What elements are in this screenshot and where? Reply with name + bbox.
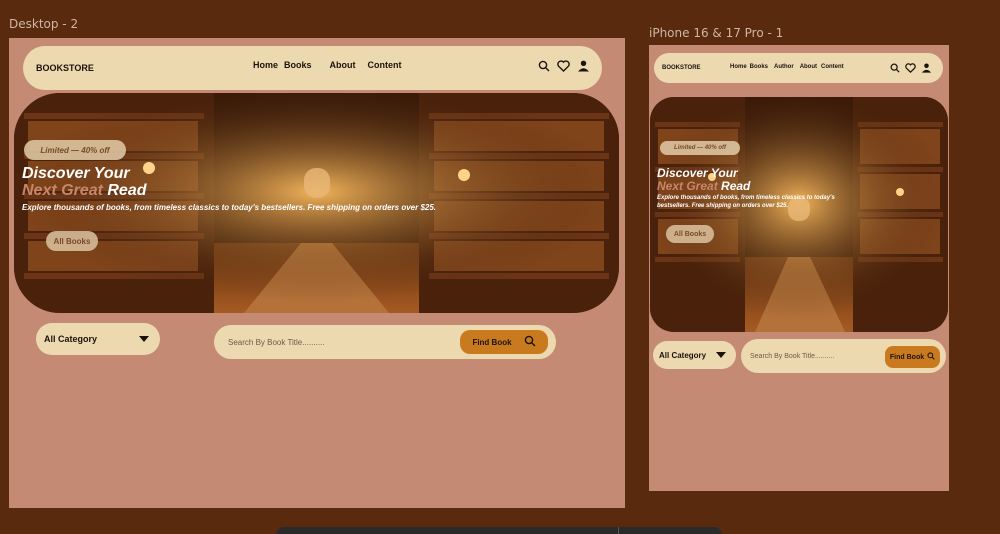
search-icon	[927, 352, 935, 362]
find-book-label: Find Book	[889, 353, 925, 361]
mobile-navbar: BOOKSTORE Home Books Author About Conten…	[654, 53, 943, 83]
discount-badge: Limited — 40% off	[24, 140, 126, 160]
nav-link-books[interactable]: Books	[284, 60, 312, 70]
hero-title-accent: Next Great	[657, 178, 718, 193]
all-books-button[interactable]: All Books	[46, 231, 98, 251]
desktop-nav-icons	[538, 60, 590, 72]
chevron-down-icon	[716, 352, 726, 358]
bottom-toolbar[interactable]	[276, 527, 722, 534]
category-label: All Category	[44, 334, 98, 344]
brand-logo[interactable]: BOOKSTORE	[662, 65, 701, 71]
toolbar-divider	[618, 527, 619, 534]
search-input[interactable]: Search By Book Title..........	[750, 353, 834, 360]
hero-overlay: Limited — 40% off Discover Your Next Gre…	[14, 93, 619, 313]
desktop-frame-label: Desktop - 2	[9, 17, 79, 31]
discount-badge: Limited — 40% off	[660, 141, 740, 155]
hero-subtitle: Explore thousands of books, from timeles…	[22, 203, 437, 212]
hero-title: Discover Your Next Great Read	[657, 167, 750, 192]
mobile-nav-links: Home Books Author About Content	[730, 64, 844, 70]
category-dropdown[interactable]: All Category	[653, 341, 736, 369]
nav-link-home[interactable]: Home	[730, 64, 747, 70]
category-dropdown[interactable]: All Category	[36, 323, 160, 355]
mobile-frame-label: iPhone 16 & 17 Pro - 1	[649, 26, 784, 40]
mobile-artboard: BOOKSTORE Home Books Author About Conten…	[649, 45, 949, 491]
hero-title-accent: Next Great	[22, 181, 103, 199]
nav-link-author[interactable]: Author	[774, 64, 794, 70]
desktop-navbar: BOOKSTORE Home Books About Content	[23, 46, 602, 90]
nav-link-about[interactable]: About	[330, 60, 356, 70]
user-icon[interactable]	[577, 60, 590, 72]
desktop-artboard: BOOKSTORE Home Books About Content Limit…	[9, 38, 625, 508]
mobile-hero-banner: Limited — 40% off Discover Your Next Gre…	[650, 97, 948, 332]
nav-link-content[interactable]: Content	[368, 60, 402, 70]
chevron-down-icon	[139, 336, 149, 342]
hero-title-end: Read	[107, 181, 147, 199]
all-books-button[interactable]: All Books	[666, 225, 714, 243]
mobile-nav-icons	[890, 63, 932, 73]
hero-title: Discover Your Next Great Read	[22, 165, 147, 200]
desktop-hero-banner: Limited — 40% off Discover Your Next Gre…	[14, 93, 619, 313]
find-book-button[interactable]: Find Book	[460, 330, 548, 354]
search-icon	[524, 335, 536, 349]
search-icon[interactable]	[890, 63, 900, 73]
desktop-search-bar: Search By Book Title.......... Find Book	[214, 325, 556, 359]
heart-icon[interactable]	[557, 60, 570, 72]
hero-title-end: Read	[721, 178, 751, 193]
nav-link-books[interactable]: Books	[750, 64, 768, 70]
search-icon[interactable]	[538, 60, 550, 72]
hero-title-line1: Discover Your	[22, 165, 130, 182]
heart-icon[interactable]	[905, 63, 916, 73]
brand-logo[interactable]: BOOKSTORE	[36, 63, 94, 73]
find-book-label: Find Book	[472, 337, 512, 347]
category-label: All Category	[659, 350, 707, 360]
hero-subtitle: Explore thousands of books, from timeles…	[657, 195, 835, 209]
hero-overlay: Limited — 40% off Discover Your Next Gre…	[650, 97, 948, 332]
mobile-search-bar: Search By Book Title.......... Find Book	[741, 339, 946, 373]
search-input[interactable]: Search By Book Title..........	[228, 338, 324, 347]
nav-link-content[interactable]: Content	[821, 64, 844, 70]
desktop-nav-links: Home Books About Content	[253, 60, 402, 70]
nav-link-about[interactable]: About	[800, 64, 817, 70]
user-icon[interactable]	[921, 63, 932, 73]
nav-link-home[interactable]: Home	[253, 60, 278, 70]
find-book-button[interactable]: Find Book	[885, 346, 940, 368]
